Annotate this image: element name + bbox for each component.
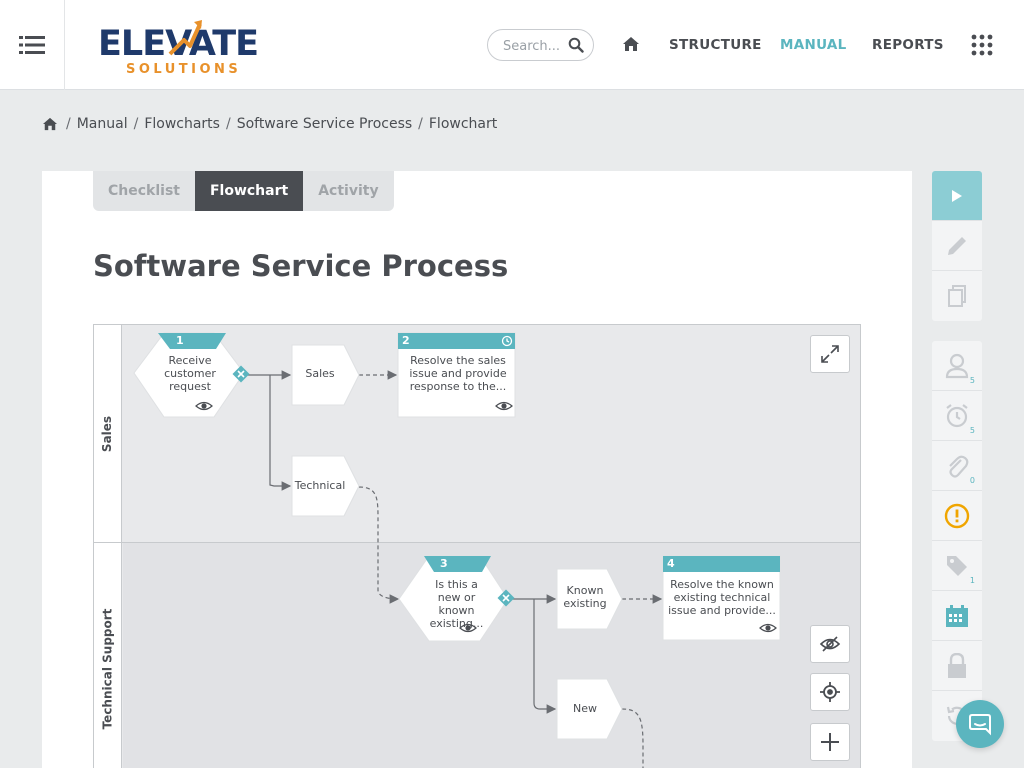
flowchart-canvas[interactable]: Sales Technical Support 1 Receive custom… <box>93 324 861 768</box>
breadcrumb-process[interactable]: Software Service Process <box>237 116 412 132</box>
chat-button[interactable] <box>956 700 1004 748</box>
search-input[interactable] <box>503 36 565 56</box>
breadcrumb-separator: / <box>418 116 423 132</box>
header: ELEVATE SOLUTIONS STRUCTURE MANUAL REPOR… <box>0 0 1024 90</box>
reminders-count: 5 <box>969 426 975 435</box>
node-2-text: Resolve the sales issue and provide resp… <box>409 354 507 393</box>
node-1-number: 1 <box>176 334 184 347</box>
breadcrumb-flowcharts[interactable]: Flowcharts <box>144 116 220 132</box>
breadcrumb-separator: / <box>225 116 231 132</box>
brand-sub: SOLUTIONS <box>126 62 242 77</box>
tab-bar: Checklist Flowchart Activity <box>93 171 394 211</box>
menu-button[interactable] <box>0 0 65 90</box>
node-3-text: Is this a new or known existing... <box>429 578 484 630</box>
tags-count: 1 <box>969 576 975 585</box>
tag-icon <box>947 555 967 576</box>
breadcrumb: / Manual / Flowcharts / Software Service… <box>42 116 497 132</box>
copy-button[interactable] <box>932 271 982 321</box>
breadcrumb-separator: / <box>133 116 139 132</box>
breadcrumb-separator: / <box>66 116 71 132</box>
breadcrumb-home-icon[interactable] <box>42 117 58 131</box>
breadcrumb-manual[interactable]: Manual <box>77 116 128 132</box>
expand-icon <box>821 345 839 363</box>
start-button[interactable] <box>932 171 982 221</box>
list-menu-icon <box>19 36 45 54</box>
search-icon[interactable] <box>568 37 584 53</box>
condition-new[interactable]: New <box>559 702 611 715</box>
people-button[interactable]: 5 <box>932 341 982 391</box>
paperclip-icon <box>949 455 969 478</box>
apps-grid-icon[interactable] <box>971 34 993 56</box>
content-card: Checklist Flowchart Activity Software Se… <box>42 171 912 768</box>
condition-technical[interactable]: Technical <box>292 479 348 492</box>
tab-activity[interactable]: Activity <box>303 171 393 211</box>
tags-button[interactable]: 1 <box>932 541 982 591</box>
alarm-clock-icon <box>946 403 968 427</box>
copy-icon <box>948 285 966 307</box>
nav-reports[interactable]: REPORTS <box>872 37 944 53</box>
action-toolbar <box>932 171 982 321</box>
play-icon <box>952 189 962 202</box>
tab-checklist[interactable]: Checklist <box>93 171 195 211</box>
warnings-button[interactable] <box>932 491 982 541</box>
reminders-button[interactable]: 5 <box>932 391 982 441</box>
attachments-button[interactable]: 0 <box>932 441 982 491</box>
node-3-number: 3 <box>440 557 448 570</box>
node-2-number: 2 <box>402 334 410 347</box>
node-1-text: Receive customer request <box>164 354 216 393</box>
expand-button[interactable] <box>810 335 850 373</box>
brand-logo[interactable]: ELEVATE SOLUTIONS <box>98 20 268 78</box>
toggle-visibility-button[interactable] <box>810 625 850 663</box>
nav-structure[interactable]: STRUCTURE <box>669 37 762 53</box>
page-title: Software Service Process <box>93 249 509 283</box>
tab-flowchart[interactable]: Flowchart <box>194 171 304 211</box>
plus-icon <box>821 733 839 751</box>
crosshair-icon <box>820 682 840 702</box>
home-icon[interactable] <box>622 36 640 52</box>
people-count: 5 <box>969 376 975 385</box>
schedule-button[interactable] <box>932 591 982 641</box>
breadcrumb-flowchart: Flowchart <box>428 116 498 132</box>
eye-slash-icon <box>819 636 841 652</box>
lock-button[interactable] <box>932 641 982 691</box>
pencil-icon <box>948 236 966 255</box>
node-4-text: Resolve the known existing technical iss… <box>668 578 776 617</box>
lock-icon <box>948 652 966 678</box>
warning-icon <box>944 503 970 528</box>
condition-sales[interactable]: Sales <box>294 367 346 380</box>
logo-arrow-icon <box>168 20 202 56</box>
search-box[interactable] <box>487 29 594 61</box>
center-view-button[interactable] <box>810 673 850 711</box>
zoom-in-button[interactable] <box>810 723 850 761</box>
chat-icon <box>969 714 991 736</box>
nav-manual[interactable]: MANUAL <box>780 37 847 53</box>
condition-known-existing[interactable]: Known existing <box>560 584 610 610</box>
node-4-number: 4 <box>667 557 675 570</box>
properties-toolbar: 5 5 0 1 <box>932 341 982 741</box>
calendar-icon <box>946 604 968 627</box>
edit-button[interactable] <box>932 221 982 271</box>
user-icon <box>945 353 969 378</box>
attachments-count: 0 <box>969 476 975 485</box>
